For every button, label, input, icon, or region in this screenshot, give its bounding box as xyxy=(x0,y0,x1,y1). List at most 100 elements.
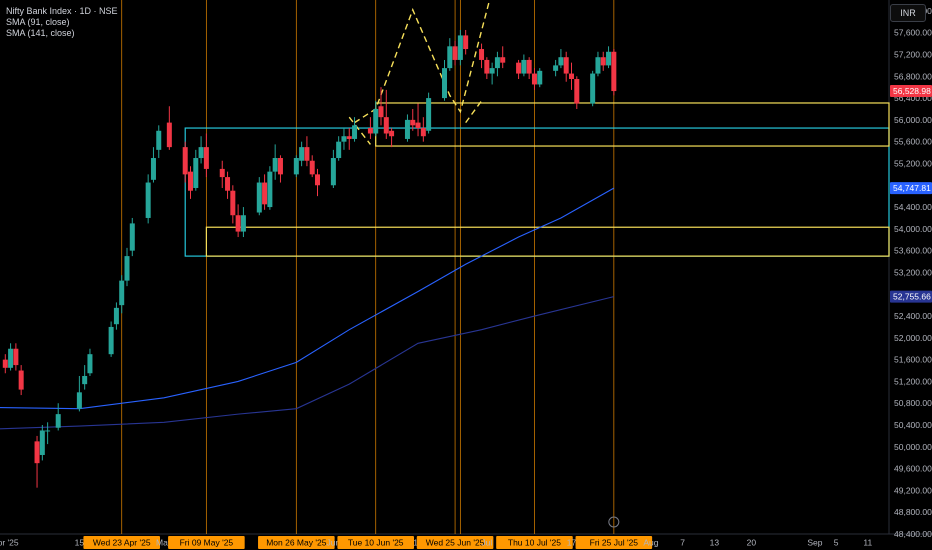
y-tick-label: 50,800.00 xyxy=(894,398,932,408)
y-tick-label: 56,800.00 xyxy=(894,71,932,81)
candle-body xyxy=(166,122,172,148)
candle-body xyxy=(8,348,14,368)
candle-body xyxy=(108,326,114,355)
candle-body xyxy=(494,57,500,69)
currency-button[interactable]: INR xyxy=(890,4,926,22)
candle-body xyxy=(230,190,236,216)
x-tick-label: 13 xyxy=(710,538,720,548)
candle-body xyxy=(267,171,273,208)
chart-canvas[interactable]: 58,000.0057,600.0057,200.0056,800.0056,4… xyxy=(0,0,932,550)
y-tick-label: 53,600.00 xyxy=(894,246,932,256)
y-tick-label: 57,200.00 xyxy=(894,49,932,59)
candle-body xyxy=(145,182,151,218)
x-tick-label: 17 xyxy=(567,538,577,548)
candle-body xyxy=(272,158,278,172)
candle-body xyxy=(606,51,612,66)
candle-body xyxy=(595,57,601,74)
legend-sma141: SMA (141, close) xyxy=(6,28,75,38)
candle-body xyxy=(87,354,93,374)
y-tick-label: 56,000.00 xyxy=(894,115,932,125)
candle-body xyxy=(457,35,463,60)
candle-body xyxy=(569,73,574,80)
candle-body xyxy=(378,106,384,118)
y-tick-label: 54,000.00 xyxy=(894,224,932,234)
y-tick-label: 57,600.00 xyxy=(894,28,932,38)
y-tick-label: 49,200.00 xyxy=(894,485,932,495)
y-tick-label: 50,000.00 xyxy=(894,442,932,452)
legend-sma91: SMA (91, close) xyxy=(6,17,70,27)
candle-body xyxy=(76,392,82,409)
candle-body xyxy=(309,160,315,175)
candle-body xyxy=(336,141,342,159)
x-tick-label: 11 xyxy=(863,538,872,548)
candle-body xyxy=(590,73,596,104)
candle-body xyxy=(203,147,209,169)
y-tick-label: 48,400.00 xyxy=(894,529,932,539)
candle-body xyxy=(463,35,469,50)
candle-body xyxy=(346,136,352,139)
x-tick-label: Wed 25 Jun '25 xyxy=(426,538,485,548)
price-tag-label: 56,528.98 xyxy=(893,86,931,96)
x-tick-label: Fri 09 May '25 xyxy=(180,538,234,548)
x-tick-label: Wed 23 Apr '25 xyxy=(93,538,151,548)
y-tick-label: 55,200.00 xyxy=(894,158,932,168)
candle-body xyxy=(225,177,231,191)
candle-body xyxy=(600,57,606,66)
candle-body xyxy=(293,158,299,175)
y-tick-label: 53,200.00 xyxy=(894,267,932,277)
candle-body xyxy=(611,51,617,92)
x-tick-label: 20 xyxy=(747,538,757,548)
candle-body xyxy=(373,108,379,134)
candle-body xyxy=(182,147,188,175)
x-tick-label: Jul xyxy=(481,538,492,548)
candle-body xyxy=(558,57,564,66)
candle-body xyxy=(383,117,389,134)
y-tick-label: 55,600.00 xyxy=(894,137,932,147)
candle-body xyxy=(113,307,119,325)
candle-body xyxy=(420,128,426,137)
candle-body xyxy=(563,57,569,74)
candle-body xyxy=(531,73,537,85)
candle-body xyxy=(277,158,283,175)
y-tick-label: 51,200.00 xyxy=(894,376,932,386)
candle-body xyxy=(156,130,162,150)
y-tick-label: 52,400.00 xyxy=(894,311,932,321)
y-tick-label: 54,400.00 xyxy=(894,202,932,212)
candle-body xyxy=(315,174,320,186)
candle-body xyxy=(82,375,88,385)
x-tick-label: 7 xyxy=(680,538,685,548)
candle-body xyxy=(352,125,358,139)
candle-body xyxy=(119,280,125,306)
candle-body xyxy=(526,59,532,74)
candle-body xyxy=(150,158,156,180)
candle-body xyxy=(489,68,495,74)
y-tick-label: 48,800.00 xyxy=(894,507,932,517)
candle-body xyxy=(574,79,580,104)
candle-body xyxy=(188,171,193,191)
candle-body xyxy=(452,46,458,60)
candle-body xyxy=(537,70,543,85)
candle-body xyxy=(426,98,432,131)
candle-body xyxy=(410,119,416,126)
candle-body xyxy=(521,59,527,74)
candle-body xyxy=(479,49,485,60)
price-tag-label: 52,755.66 xyxy=(893,292,931,302)
x-tick-label: Sep xyxy=(807,538,822,548)
candle-body xyxy=(330,158,336,186)
x-tick-label: Aug xyxy=(643,538,658,548)
y-tick-label: 49,600.00 xyxy=(894,464,932,474)
candle-body xyxy=(447,46,453,69)
candle-body xyxy=(219,168,225,178)
candle-body xyxy=(404,119,410,139)
x-tick-label: Tue 10 Jun '25 xyxy=(348,538,404,548)
candle-body xyxy=(124,256,130,281)
candle-body xyxy=(299,147,305,161)
candle-body xyxy=(304,147,310,161)
candle-body xyxy=(18,370,24,390)
x-tick-label: 5 xyxy=(834,538,839,548)
candle-body xyxy=(553,65,559,71)
candle-body xyxy=(415,122,421,129)
candle-body xyxy=(55,414,61,428)
candle-body xyxy=(341,136,347,142)
x-tick-label: 15 xyxy=(75,538,85,548)
